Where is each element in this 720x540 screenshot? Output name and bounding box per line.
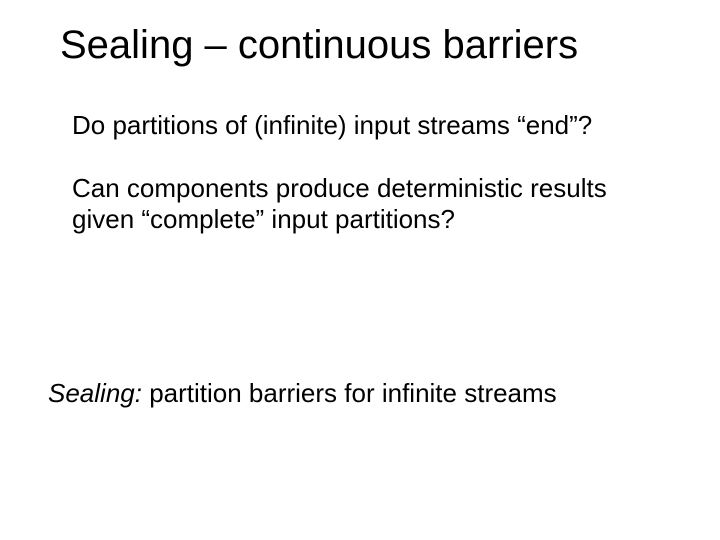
footer-term: Sealing: bbox=[48, 378, 142, 408]
body-paragraph-2: Can components produce deterministic res… bbox=[72, 173, 660, 235]
slide-body: Do partitions of (infinite) input stream… bbox=[72, 110, 660, 268]
footer-text: partition barriers for infinite streams bbox=[142, 378, 557, 408]
slide-footer: Sealing: partition barriers for infinite… bbox=[48, 378, 660, 409]
body-paragraph-1: Do partitions of (infinite) input stream… bbox=[72, 110, 660, 141]
slide-title: Sealing – continuous barriers bbox=[60, 22, 680, 68]
slide: Sealing – continuous barriers Do partiti… bbox=[0, 0, 720, 540]
